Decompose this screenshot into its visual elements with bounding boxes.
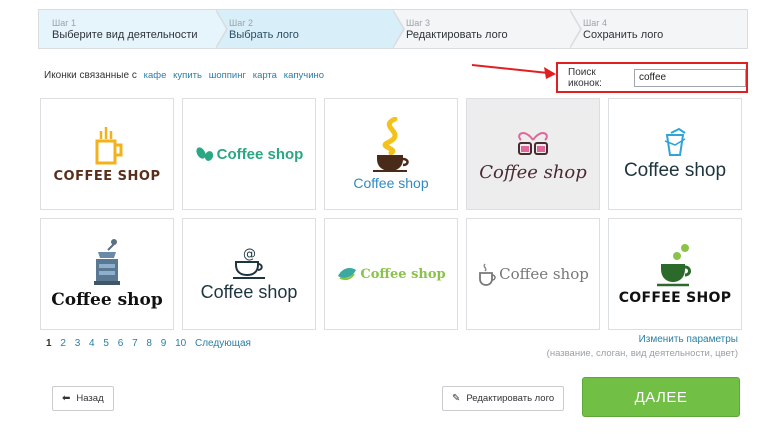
cup-at-icon: @ [233, 247, 265, 279]
next-button[interactable]: ДАЛЕЕ [582, 377, 740, 417]
logo-text: Coffee shop [479, 161, 587, 183]
paper-cup-icon [664, 127, 686, 156]
coffee-beans-icon [196, 147, 213, 161]
logo-option[interactable]: Coffee shop [324, 98, 458, 210]
step-number: Шаг 3 [406, 18, 431, 28]
back-button[interactable]: ⬅ Назад [52, 386, 114, 411]
tea-kettle-icon [479, 263, 496, 286]
step-number: Шаг 1 [52, 18, 77, 28]
logo-text: Coffee shop [623, 159, 727, 181]
svg-text:@: @ [243, 247, 256, 262]
change-params: Изменить параметры (название, слоган, ви… [547, 334, 738, 359]
coffee-leaf-icon [338, 268, 357, 281]
related-link[interactable]: купить [173, 70, 202, 81]
steaming-cup-icon [373, 117, 409, 172]
step-chevron [392, 9, 405, 49]
wizard-stepper: Шаг 1 Выберите вид деятельности Шаг 2 Вы… [38, 9, 748, 49]
heart-cups-icon [518, 131, 548, 155]
step-title: Редактировать лого [406, 29, 508, 41]
page-link[interactable]: 2 [60, 338, 66, 349]
step-number: Шаг 4 [583, 18, 608, 28]
related-link[interactable]: шоппинг [209, 70, 246, 81]
step-title: Выбрать лого [229, 29, 299, 41]
change-params-hint: (название, слоган, вид деятельности, цве… [546, 348, 738, 359]
change-params-link[interactable]: Изменить параметры [547, 334, 738, 345]
edit-logo-button[interactable]: ✎ Редактировать лого [442, 386, 565, 411]
logo-text: Coffee shop [216, 145, 304, 163]
logo-text: Coffee shop [51, 290, 163, 310]
icon-search: Поиск иконок: [556, 62, 748, 93]
logo-option[interactable]: @ Coffee shop [182, 218, 316, 330]
related-link[interactable]: капучино [284, 70, 324, 81]
logo-text: COFFEE SHOP [618, 290, 732, 306]
search-input[interactable] [634, 68, 746, 87]
logo-grid: COFFEE SHOP Coffee shop Coffee shop Coff… [40, 98, 743, 330]
logo-text: Coffee shop [360, 266, 446, 282]
logo-option[interactable]: COFFEE SHOP [40, 98, 174, 210]
step-title: Сохранить лого [583, 29, 664, 41]
step-chevron [569, 9, 582, 49]
step-1[interactable]: Шаг 1 Выберите вид деятельности [39, 9, 228, 49]
step-3[interactable]: Шаг 3 Редактировать лого [393, 9, 582, 49]
logo-option[interactable]: COFFEE SHOP [608, 218, 742, 330]
next-page-link[interactable]: Следующая [195, 338, 251, 349]
coffee-tower-icon [95, 126, 123, 164]
step-number: Шаг 2 [229, 18, 254, 28]
search-label: Поиск иконок: [568, 66, 602, 89]
page-link[interactable]: 10 [175, 338, 186, 349]
edit-logo-label: Редактировать лого [466, 393, 555, 404]
step-title: Выберите вид деятельности [52, 29, 198, 41]
page-link[interactable]: 1 [46, 338, 52, 349]
step-2[interactable]: Шаг 2 Выбрать лого [216, 9, 405, 49]
page-link[interactable]: 8 [146, 338, 152, 349]
logo-option[interactable]: Coffee shop [324, 218, 458, 330]
logo-option[interactable]: Coffee shop [466, 218, 600, 330]
logo-text: Coffee shop [200, 281, 298, 302]
related-label: Иконки связанные с [44, 70, 137, 81]
page-link[interactable]: 7 [132, 338, 138, 349]
pagination: 1 2 3 4 5 6 7 8 9 10 Следующая [46, 338, 257, 349]
related-link[interactable]: кафе [144, 70, 167, 81]
logo-option[interactable]: Coffee shop [40, 218, 174, 330]
page-link[interactable]: 4 [89, 338, 95, 349]
back-label: Назад [76, 393, 104, 404]
logo-option[interactable]: Coffee shop [608, 98, 742, 210]
coffee-grinder-icon [94, 239, 120, 285]
page-link[interactable]: 6 [118, 338, 124, 349]
related-keywords: Иконки связанные с кафе купить шоппинг к… [44, 70, 324, 81]
arrow-left-icon: ⬅ [62, 393, 71, 404]
annotation-arrow-icon [471, 64, 556, 79]
step-chevron [215, 9, 228, 49]
logo-text: Coffee shop [499, 265, 589, 283]
next-label: ДАЛЕЕ [634, 388, 688, 406]
logo-text: Coffee shop [353, 175, 429, 191]
logo-text: COFFEE SHOP [53, 168, 161, 184]
related-link[interactable]: карта [253, 70, 277, 81]
page-link[interactable]: 3 [75, 338, 81, 349]
logo-option[interactable]: Coffee shop [182, 98, 316, 210]
step-4[interactable]: Шаг 4 Сохранить лого [570, 10, 747, 48]
green-cup-icon [657, 244, 691, 287]
page-link[interactable]: 5 [103, 338, 109, 349]
logo-option[interactable]: Coffee shop [466, 98, 600, 210]
pencil-icon: ✎ [452, 393, 461, 404]
page-link[interactable]: 9 [161, 338, 167, 349]
